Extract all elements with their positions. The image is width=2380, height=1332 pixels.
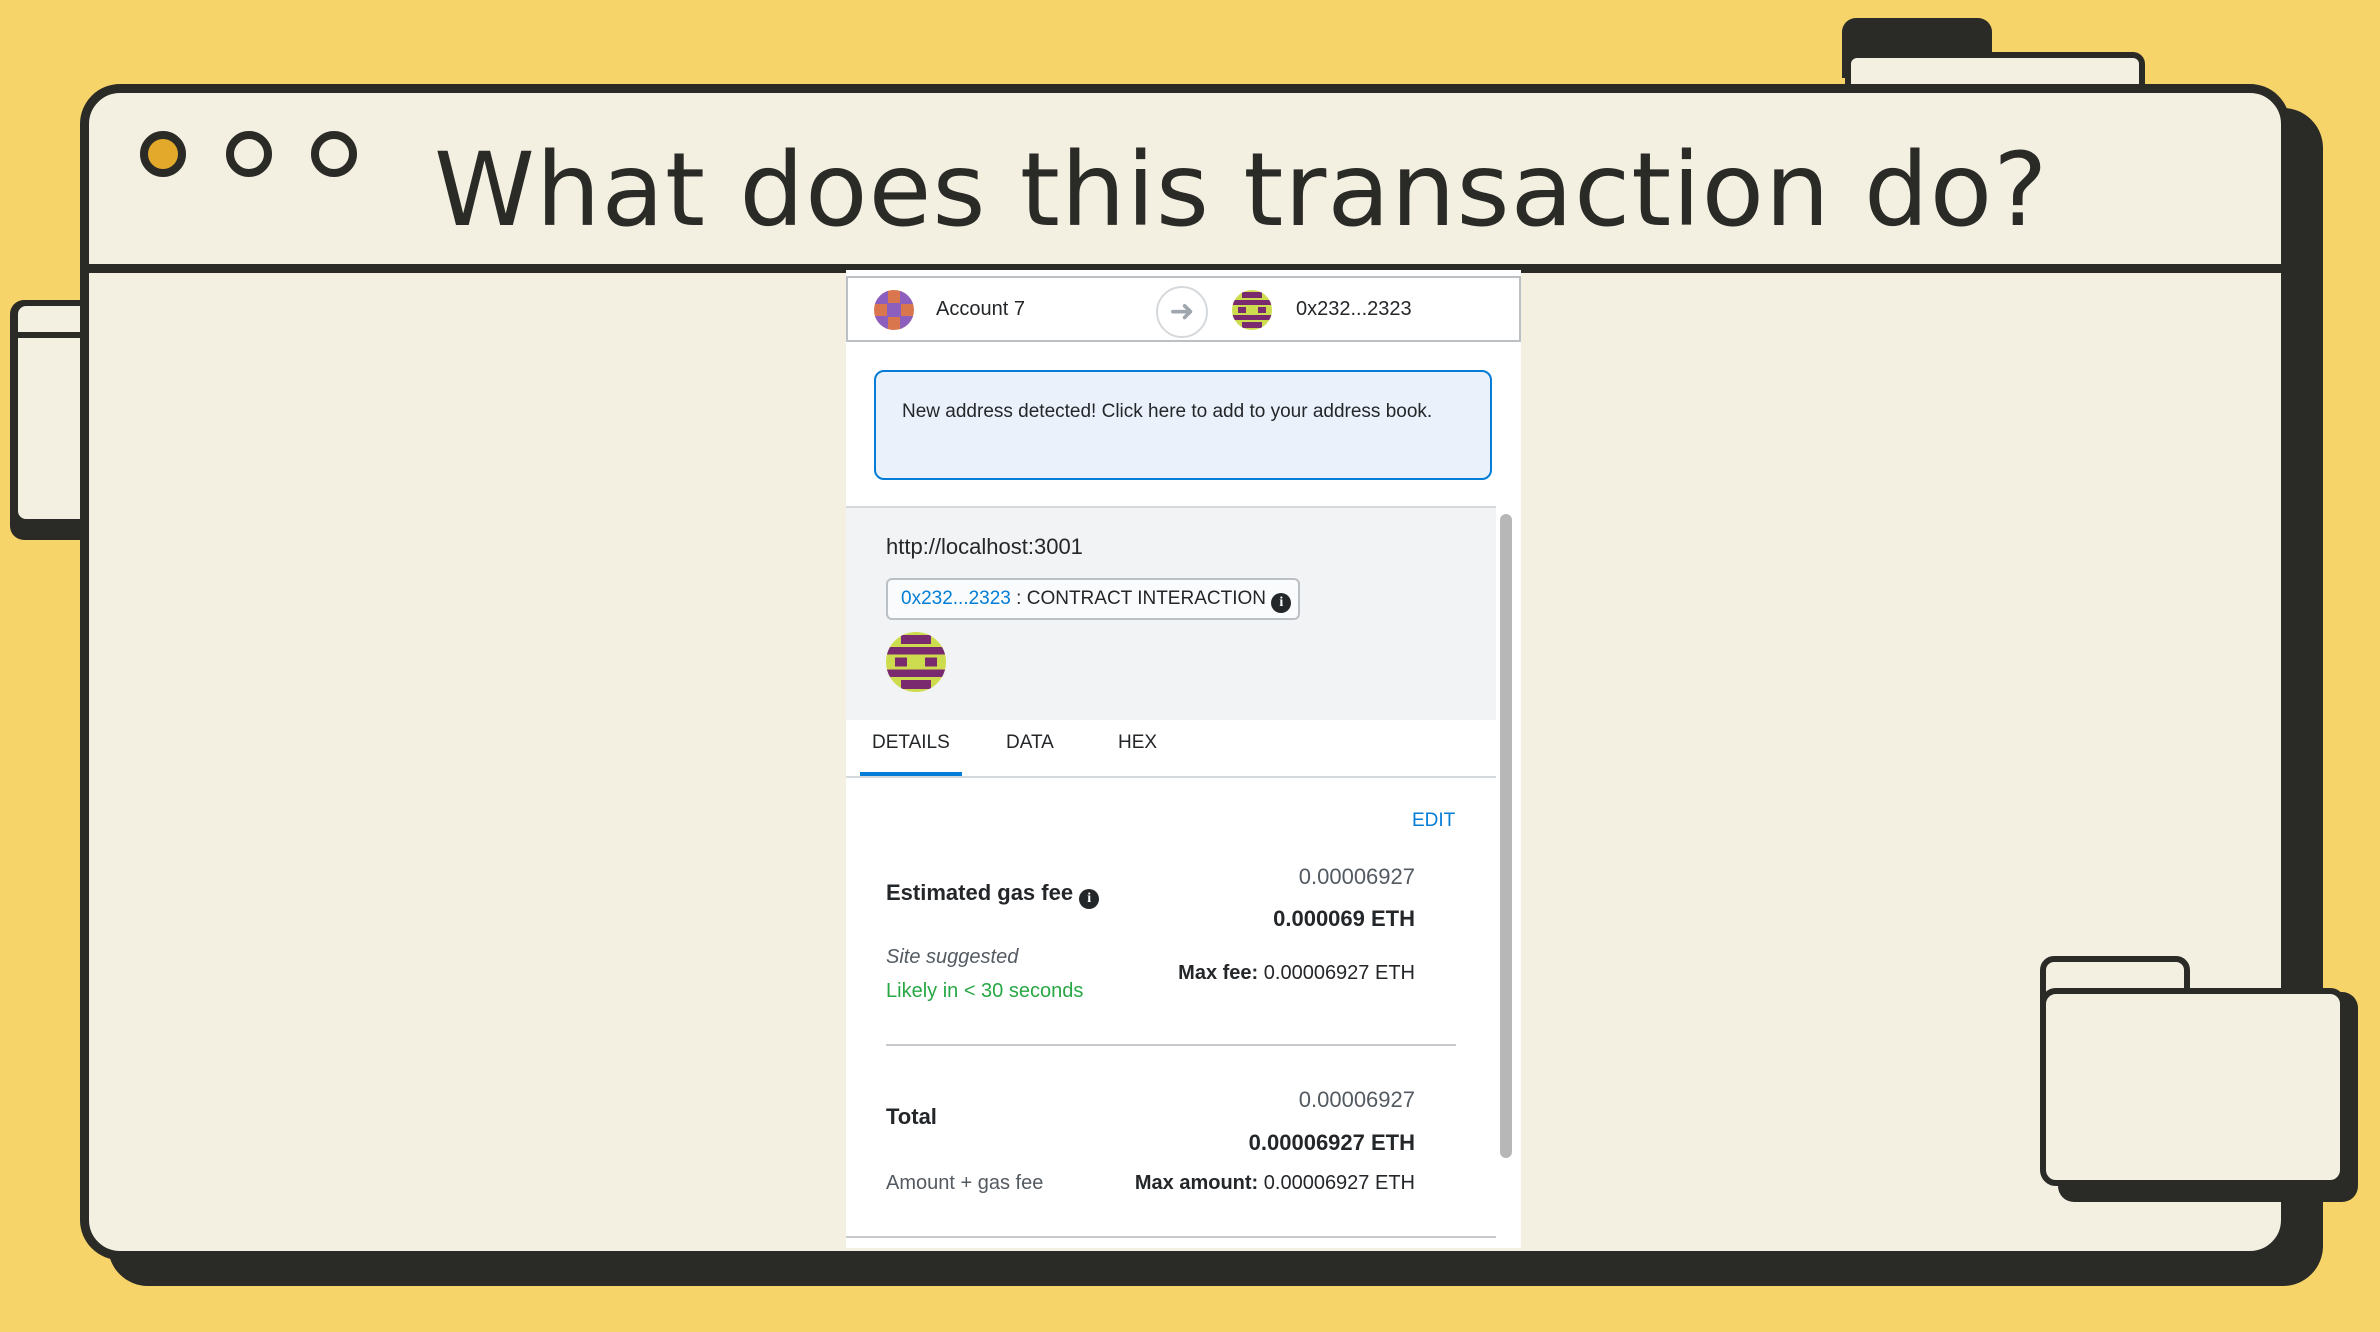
account-header: Account 7 ➜ 0x232...2323 bbox=[846, 276, 1521, 342]
new-address-banner[interactable]: New address detected! Click here to add … bbox=[874, 370, 1492, 480]
from-account-name[interactable]: Account 7 bbox=[936, 298, 1025, 321]
left-tab-divider bbox=[12, 332, 87, 526]
recipient-address[interactable]: 0x232...2323 bbox=[1296, 298, 1412, 321]
total-label: Total bbox=[886, 1104, 937, 1129]
divider bbox=[846, 1236, 1496, 1238]
tab-data[interactable]: DATA bbox=[1006, 732, 1054, 754]
details-tabs: DETAILS DATA HEX bbox=[846, 720, 1496, 778]
info-icon[interactable]: i bbox=[1271, 593, 1292, 613]
gas-fee-label: Estimated gas fee i bbox=[886, 880, 1100, 909]
contract-type-label: CONTRACT INTERACTION bbox=[1026, 588, 1266, 609]
arrow-right-icon: ➜ bbox=[1156, 286, 1208, 338]
total-value: 0.00006927 bbox=[1298, 1087, 1415, 1112]
page-title: What does this transaction do? bbox=[434, 131, 2049, 250]
site-suggested-label: Site suggested bbox=[886, 946, 1019, 968]
window-control-dot[interactable] bbox=[140, 131, 186, 177]
account-avatar bbox=[874, 290, 914, 330]
max-amount: Max amount: 0.00006927 ETH bbox=[1134, 1172, 1415, 1194]
likely-time: Likely in < 30 seconds bbox=[886, 980, 1084, 1002]
contract-avatar bbox=[886, 632, 946, 692]
origin-url: http://localhost:3001 bbox=[886, 534, 1083, 559]
total-sublabel: Amount + gas fee bbox=[886, 1172, 1044, 1194]
window-titlebar: What does this transaction do? bbox=[89, 93, 2281, 273]
window-control-dot[interactable] bbox=[311, 131, 357, 177]
recipient-avatar bbox=[1232, 290, 1272, 330]
contract-interaction-chip: 0x232...2323 : CONTRACT INTERACTION i bbox=[886, 578, 1300, 620]
folder-decoration bbox=[2040, 988, 2346, 1186]
edit-gas-button[interactable]: EDIT bbox=[1412, 810, 1455, 832]
window-control-dot[interactable] bbox=[226, 131, 272, 177]
info-icon[interactable]: i bbox=[1079, 889, 1100, 909]
gas-fee-eth: 0.000069 ETH bbox=[1273, 906, 1415, 931]
active-tab-indicator bbox=[860, 772, 962, 776]
total-eth: 0.00006927 ETH bbox=[1248, 1130, 1415, 1155]
tab-details[interactable]: DETAILS bbox=[872, 732, 950, 754]
contract-address-link[interactable]: 0x232...2323 bbox=[901, 588, 1011, 609]
contract-separator: : bbox=[1016, 588, 1022, 609]
scrollbar[interactable] bbox=[1500, 514, 1512, 1158]
max-fee: Max fee: 0.00006927 ETH bbox=[1178, 962, 1415, 984]
divider bbox=[886, 1044, 1456, 1046]
tab-hex[interactable]: HEX bbox=[1118, 732, 1157, 754]
transaction-confirmation-panel: Account 7 ➜ 0x232...2323 New address det… bbox=[846, 270, 1521, 1248]
gas-fee-value: 0.00006927 bbox=[1298, 864, 1415, 889]
